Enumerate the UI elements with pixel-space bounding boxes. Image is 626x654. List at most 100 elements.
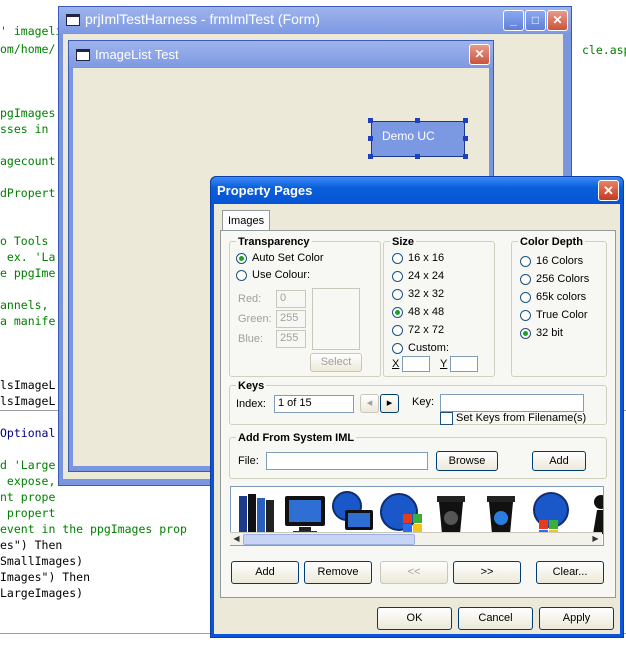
colour-swatch: [312, 288, 360, 350]
move-right-button[interactable]: >>: [453, 561, 521, 584]
code-line: e ppgIme: [0, 266, 56, 280]
recycle-bin-empty-icon[interactable]: [427, 490, 475, 538]
file-field[interactable]: [266, 452, 428, 470]
select-colour-button[interactable]: Select: [310, 353, 362, 372]
image-strip-scrollbar[interactable]: ◀ ▶: [230, 532, 602, 545]
code-line: LargeImages): [0, 586, 84, 600]
close-button[interactable]: ✕: [469, 44, 490, 65]
red-field[interactable]: 0: [276, 290, 306, 308]
browse-button[interactable]: Browse: [436, 451, 498, 471]
custom-y-field[interactable]: [450, 356, 478, 372]
set-keys-label: Set Keys from Filename(s): [456, 412, 587, 424]
key-label: Key:: [412, 396, 435, 408]
radio-dot: [392, 307, 403, 318]
size-label: 16 x 16: [408, 252, 445, 264]
chess-pawn-icon[interactable]: [577, 490, 604, 538]
code-line-right: cle.asp: [582, 43, 626, 57]
code-line: pgImages: [0, 106, 56, 120]
globe-monitor-icon[interactable]: [329, 490, 377, 538]
code-line: expose,: [0, 474, 56, 488]
add-iml-button[interactable]: Add: [532, 451, 586, 471]
keys-group: Keys Index: 1 of 15 ◂ ▸ Key: Set Keys fr…: [229, 380, 607, 425]
index-prev-button[interactable]: ◂: [360, 394, 379, 413]
set-keys-checkbox[interactable]: [440, 412, 453, 425]
move-left-button[interactable]: <<: [380, 561, 448, 584]
add-from-iml-legend: Add From System IML: [236, 432, 357, 444]
transparency-legend: Transparency: [236, 236, 312, 248]
code-line: nt prope: [0, 490, 56, 504]
remove-image-button[interactable]: Remove: [304, 561, 372, 584]
close-button[interactable]: ✕: [547, 10, 568, 31]
code-line: ' imageli: [0, 24, 63, 38]
resize-handle[interactable]: [415, 118, 420, 123]
green-field[interactable]: 255: [276, 310, 306, 328]
dialog-titlebar[interactable]: Property Pages ✕: [211, 177, 623, 204]
harness-title: prjImlTestHarness - frmImlTest (Form): [85, 11, 320, 27]
tab-images-label: Images: [228, 215, 265, 227]
scroll-left-arrow-icon[interactable]: ◀: [231, 534, 242, 544]
harness-titlebar[interactable]: prjImlTestHarness - frmImlTest (Form) _ …: [59, 7, 571, 33]
code-line: a manife: [0, 314, 56, 328]
radio-dot: [520, 256, 531, 267]
books-icon[interactable]: [233, 490, 281, 538]
code-line: sses in: [0, 122, 49, 136]
size-label: Custom:: [408, 342, 449, 354]
depth-label: 16 Colors: [536, 255, 584, 267]
form-icon: [76, 49, 90, 61]
add-image-button[interactable]: Add: [231, 561, 299, 584]
size-group: Size 16 x 16 24 x 24 32 x 32 48 x 48 72 …: [383, 236, 495, 377]
monitor-icon[interactable]: [281, 490, 329, 538]
resize-handle[interactable]: [463, 118, 468, 123]
blue-field[interactable]: 255: [276, 330, 306, 348]
demo-uc-control[interactable]: Demo UC: [371, 121, 465, 157]
blue-label: Blue:: [238, 333, 264, 345]
resize-handle[interactable]: [368, 154, 373, 159]
globe-windows-icon[interactable]: [527, 490, 575, 538]
apply-button[interactable]: Apply: [539, 607, 614, 630]
clear-images-button[interactable]: Clear...: [536, 561, 604, 584]
code-line: ex. 'La: [0, 250, 56, 264]
dialog-close-button[interactable]: ✕: [598, 180, 619, 201]
radio-dot: [520, 292, 531, 303]
minimize-button[interactable]: _: [503, 10, 524, 31]
resize-handle[interactable]: [368, 118, 373, 123]
cancel-button[interactable]: Cancel: [458, 607, 533, 630]
ok-button[interactable]: OK: [377, 607, 452, 630]
code-line: propert: [0, 506, 56, 520]
code-line: agecount: [0, 154, 56, 168]
resize-handle[interactable]: [368, 136, 373, 141]
windows-globe-icon[interactable]: [377, 490, 425, 538]
radio-dot: [236, 253, 247, 264]
scroll-thumb[interactable]: [243, 534, 415, 545]
key-field[interactable]: [440, 394, 584, 412]
green-value: 255: [280, 312, 299, 324]
radio-dot: [392, 325, 403, 336]
index-next-button[interactable]: ▸: [380, 394, 399, 413]
index-label: Index:: [236, 398, 266, 410]
maximize-button[interactable]: □: [525, 10, 546, 31]
custom-x-field[interactable]: [402, 356, 430, 372]
red-label: Red:: [238, 293, 262, 305]
size-legend: Size: [390, 236, 417, 248]
index-field[interactable]: 1 of 15: [274, 395, 354, 413]
recycle-bin-full-icon[interactable]: [477, 490, 525, 538]
scroll-right-arrow-icon[interactable]: ▶: [590, 534, 601, 544]
radio-dot: [236, 270, 247, 281]
tab-images[interactable]: Images: [222, 210, 270, 231]
blue-value: 255: [280, 332, 299, 344]
depth-label: 32 bit: [536, 327, 563, 339]
auto-set-color-label: Auto Set Color: [252, 252, 324, 264]
add-from-iml-group: Add From System IML File: Browse Add: [229, 432, 607, 479]
resize-handle[interactable]: [463, 154, 468, 159]
code-line: Optional: [0, 426, 56, 440]
dialog-title: Property Pages: [217, 183, 313, 198]
size-label: 48 x 48: [408, 306, 445, 318]
keys-legend: Keys: [236, 380, 267, 392]
custom-y-label: Y: [440, 358, 448, 370]
code-line: annels,: [0, 298, 49, 312]
resize-handle[interactable]: [463, 136, 468, 141]
resize-handle[interactable]: [415, 154, 420, 159]
radio-dot: [520, 328, 531, 339]
imagelist-titlebar[interactable]: ImageList Test ✕: [69, 41, 493, 67]
green-label: Green:: [238, 313, 272, 325]
